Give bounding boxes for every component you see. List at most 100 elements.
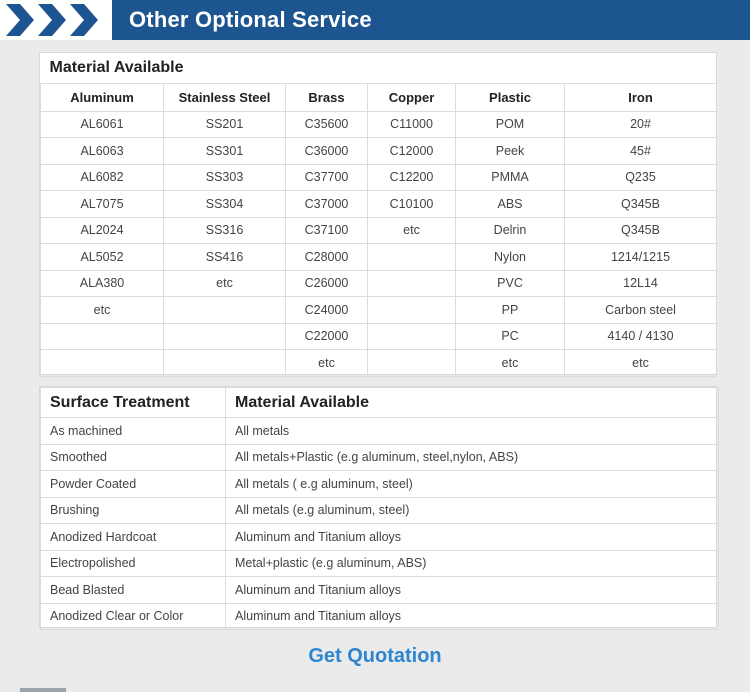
banner-bar — [0, 0, 750, 40]
table-row: AL6061 SS201 C35600 C11000 POM 20# — [40, 110, 718, 138]
material-cell — [367, 296, 456, 324]
material-cell: AL6082 — [40, 163, 164, 191]
material-cell — [367, 349, 456, 377]
material-available-cell: Metal+plastic (e.g aluminum, ABS) — [225, 549, 719, 577]
table-row: Smoothed All metals+Plastic (e.g aluminum… — [40, 443, 719, 471]
material-table-panel: Material Available Aluminum Stainless Ste… — [39, 52, 718, 377]
material-column-header: Plastic — [455, 82, 565, 112]
surface-treatment-cell: Bead Blasted — [40, 576, 226, 604]
material-cell: PVC — [455, 269, 565, 297]
page-edge-marker — [20, 688, 66, 692]
table-row: Powder Coated All metals ( e.g aluminum, … — [40, 470, 719, 498]
material-cell: etc — [285, 349, 368, 377]
surface-treatment-cell: Anodized Hardcoat — [40, 523, 226, 551]
material-cell: SS304 — [163, 190, 286, 218]
material-cell: C10100 — [367, 190, 456, 218]
surface-treatment-cell: Smoothed — [40, 443, 226, 471]
material-cell: Nylon — [455, 243, 565, 271]
table-row: AL5052 SS416 C28000 Nylon 1214/1215 — [40, 243, 718, 271]
table-row: Electropolished Metal+plastic (e.g alumin… — [40, 549, 719, 577]
material-cell — [367, 243, 456, 271]
material-cell: C28000 — [285, 243, 368, 271]
table-row: etc etc etc — [40, 349, 718, 377]
table-row: AL6082 SS303 C37700 C12200 PMMA Q235 — [40, 163, 718, 191]
material-available-cell: Aluminum and Titanium alloys — [225, 576, 719, 604]
material-column-header: Iron — [563, 82, 718, 112]
material-cell: C12000 — [367, 137, 456, 165]
material-cell: Q345B — [563, 216, 718, 244]
material-cell: etc — [455, 349, 565, 377]
material-heading: Material Available — [40, 53, 717, 84]
material-cell — [40, 349, 164, 377]
material-cell — [367, 322, 456, 350]
material-cell: etc — [163, 269, 286, 297]
material-column-headers: Aluminum Stainless Steel Brass Copper Plasti… — [40, 82, 718, 112]
surface-treatment-header: Surface Treatment — [40, 387, 226, 418]
material-cell: C35600 — [285, 110, 368, 138]
material-cell: 4140 / 4130 — [563, 322, 718, 350]
material-cell: etc — [40, 296, 164, 324]
table-row: As machined All metals — [40, 417, 719, 445]
material-available-cell: All metals+Plastic (e.g aluminum, steel,… — [225, 443, 719, 471]
section-title: Other Optional Service — [129, 7, 372, 32]
material-cell: Peek — [455, 137, 565, 165]
material-cell: AL6063 — [40, 137, 164, 165]
material-cell — [163, 349, 286, 377]
material-cell: C12200 — [367, 163, 456, 191]
chevron-right-icon — [70, 4, 98, 36]
material-cell: Q345B — [563, 190, 718, 218]
get-quotation-link[interactable]: Get Quotation — [0, 645, 750, 668]
material-column-header: Copper — [367, 82, 456, 112]
material-cell: PMMA — [455, 163, 565, 191]
material-available-cell: Aluminum and Titanium alloys — [225, 523, 719, 551]
material-column-header: Aluminum — [40, 82, 164, 112]
table-row: AL6063 SS301 C36000 C12000 Peek 45# — [40, 137, 718, 165]
surface-treatment-cell: Brushing — [40, 496, 226, 524]
table-row: Brushing All metals (e.g aluminum, steel) — [40, 496, 719, 524]
material-cell: Carbon steel — [563, 296, 718, 324]
material-cell: AL5052 — [40, 243, 164, 271]
table-row: Bead Blasted Aluminum and Titanium alloys — [40, 576, 719, 604]
material-cell — [163, 296, 286, 324]
table-row: AL7075 SS304 C37000 C10100 ABS Q345B — [40, 190, 718, 218]
material-cell: PC — [455, 322, 565, 350]
material-cell: C37100 — [285, 216, 368, 244]
material-cell: C22000 — [285, 322, 368, 350]
material-cell: AL7075 — [40, 190, 164, 218]
material-cell: Delrin — [455, 216, 565, 244]
material-column-header: Brass — [285, 82, 368, 112]
material-cell: SS201 — [163, 110, 286, 138]
material-cell: C36000 — [285, 137, 368, 165]
table-row: ALA380 etc C26000 PVC 12L14 — [40, 269, 718, 297]
surface-treatment-cell: Anodized Clear or Color — [40, 602, 226, 630]
table-row: Anodized Clear or Color Aluminum and Tita… — [40, 602, 719, 630]
material-cell — [163, 322, 286, 350]
material-cell: SS303 — [163, 163, 286, 191]
material-cell: C26000 — [285, 269, 368, 297]
material-cell: AL2024 — [40, 216, 164, 244]
surface-treatment-table: Surface Treatment Material Available As … — [40, 387, 719, 630]
table-row: etc C24000 PP Carbon steel — [40, 296, 718, 324]
material-cell: PP — [455, 296, 565, 324]
material-cell: ALA380 — [40, 269, 164, 297]
material-table: Material Available Aluminum Stainless Ste… — [40, 53, 718, 377]
table-row: AL2024 SS316 C37100 etc Delrin Q345B — [40, 216, 718, 244]
table-row: Anodized Hardcoat Aluminum and Titanium a… — [40, 523, 719, 551]
material-cell: POM — [455, 110, 565, 138]
material-cell — [40, 322, 164, 350]
material-cell: SS416 — [163, 243, 286, 271]
material-cell — [367, 269, 456, 297]
material-cell: SS316 — [163, 216, 286, 244]
surface-treatment-cell: As machined — [40, 417, 226, 445]
chevron-right-icon — [6, 4, 34, 36]
surface-table-body: As machined All metals Smoothed All metals+… — [40, 417, 719, 630]
material-cell: C37700 — [285, 163, 368, 191]
surface-treatment-cell: Electropolished — [40, 549, 226, 577]
material-column-header: Stainless Steel — [163, 82, 286, 112]
material-available-cell: Aluminum and Titanium alloys — [225, 602, 719, 630]
material-cell: etc — [367, 216, 456, 244]
material-cell: C24000 — [285, 296, 368, 324]
material-cell: 12L14 — [563, 269, 718, 297]
material-available-cell: All metals — [225, 417, 719, 445]
material-cell: 45# — [563, 137, 718, 165]
